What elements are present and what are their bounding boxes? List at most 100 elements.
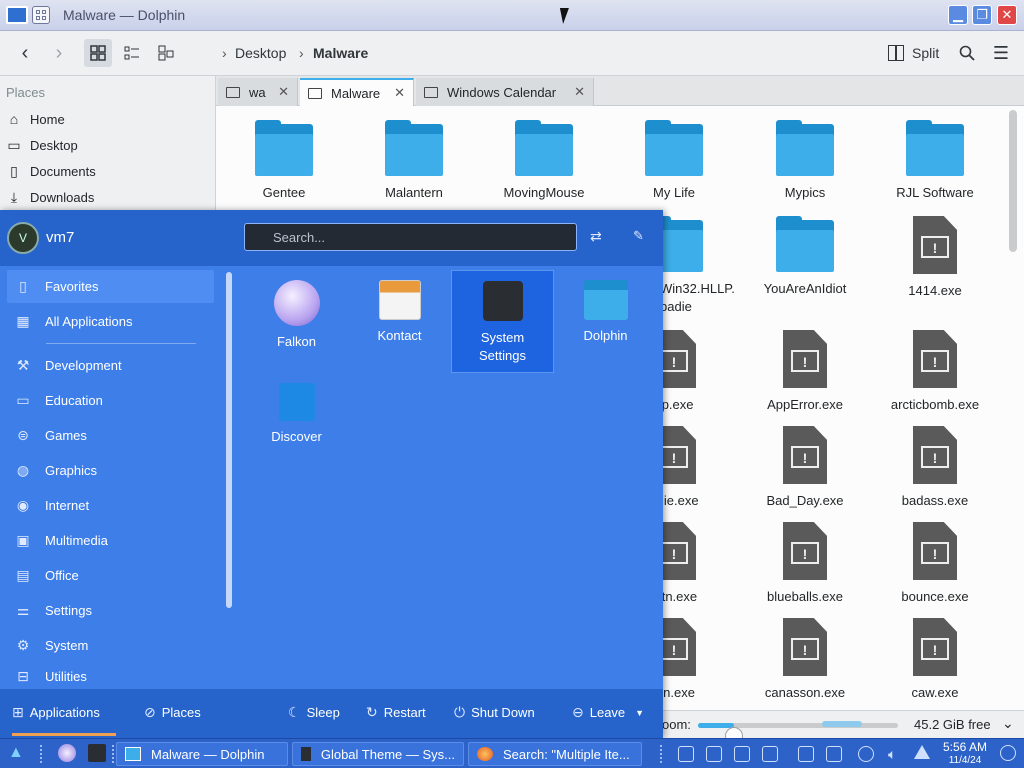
folder-item[interactable]: MovingMouse xyxy=(484,120,604,202)
shutdown-button[interactable]: ⏻ Shut Down xyxy=(454,704,535,721)
forward-icon[interactable]: › xyxy=(46,39,72,67)
split-button[interactable]: Split xyxy=(888,39,944,67)
window-titlebar[interactable]: Malware — Dolphin ▁ ❐ ✕ xyxy=(0,0,1024,31)
close-tab-icon[interactable]: ✕ xyxy=(394,85,405,101)
window-menu-icon[interactable] xyxy=(32,6,50,24)
dolphin-app-icon[interactable] xyxy=(6,6,28,24)
tab-wa[interactable]: wa ✕ xyxy=(218,78,298,106)
tray-update-icon[interactable] xyxy=(858,746,874,762)
app-discover[interactable]: Discover xyxy=(245,373,348,476)
tab-places[interactable]: ⊘ Places xyxy=(144,704,201,721)
show-desktop-icon[interactable] xyxy=(1000,745,1016,761)
kontact-icon xyxy=(378,280,421,320)
folder-item[interactable]: Gentee xyxy=(224,120,344,202)
folder-item[interactable]: Mypics xyxy=(745,120,865,202)
tray-device-icon[interactable] xyxy=(762,746,778,762)
category-education[interactable]: ▭ Education xyxy=(7,384,214,417)
task-dolphin[interactable]: Malware — Dolphin xyxy=(116,742,288,766)
tray-battery-icon[interactable] xyxy=(826,746,842,762)
category-development[interactable]: ⚒ Development xyxy=(7,349,214,382)
category-graphics[interactable]: ◍ Graphics xyxy=(7,454,214,487)
place-home[interactable]: ⌂ Home xyxy=(6,107,65,131)
minimize-button[interactable]: ▁ xyxy=(948,5,968,25)
close-tab-icon[interactable]: ✕ xyxy=(278,84,289,100)
app-kontact[interactable]: Kontact xyxy=(348,270,451,373)
category-utilities[interactable]: ⊟ Utilities xyxy=(7,664,214,688)
tray-keyboard-icon[interactable] xyxy=(798,746,814,762)
terminal-icon[interactable] xyxy=(88,744,106,762)
search-input[interactable]: Search... xyxy=(244,223,577,251)
app-label: Falkon xyxy=(276,334,317,349)
zoom-slider[interactable] xyxy=(698,723,898,745)
falkon-icon[interactable] xyxy=(58,744,76,762)
folder-item[interactable]: My Life xyxy=(614,120,734,202)
details-view-button[interactable] xyxy=(152,39,180,67)
exe-item[interactable]: ! AppError.exe xyxy=(745,330,865,414)
exe-item[interactable]: ! arcticbomb.exe xyxy=(875,330,995,414)
exe-item[interactable]: ! caw.exe xyxy=(875,618,995,702)
category-games[interactable]: ⊜ Games xyxy=(7,419,214,452)
avatar[interactable]: V xyxy=(7,222,39,254)
breadcrumb-desktop[interactable]: Desktop xyxy=(235,45,286,61)
icons-view-button[interactable] xyxy=(84,39,112,67)
hammer-icon: ⚒ xyxy=(16,357,30,373)
tray-expand-icon[interactable] xyxy=(914,745,930,759)
configure-icon[interactable]: ⇄ xyxy=(590,228,610,246)
tab-bar: wa ✕ Malware ✕ Windows Calendar ✕ xyxy=(216,76,1024,106)
task-firefox-search[interactable]: Search: "Multiple Ite... xyxy=(468,742,642,766)
category-office[interactable]: ▤ Office xyxy=(7,559,214,592)
breadcrumb-malware[interactable]: Malware xyxy=(313,45,368,61)
place-downloads[interactable]: ⤓ Downloads xyxy=(6,185,94,209)
tab-malware[interactable]: Malware ✕ xyxy=(300,78,414,106)
exe-item[interactable]: ! 1414.exe xyxy=(875,216,995,300)
app-dolphin[interactable]: Dolphin xyxy=(554,270,657,373)
category-system[interactable]: ⚙ System xyxy=(7,629,214,662)
close-tab-icon[interactable]: ✕ xyxy=(574,84,585,100)
tray-settings-icon[interactable] xyxy=(678,746,694,762)
tab-applications[interactable]: ⊞ Applications xyxy=(12,704,100,721)
chevron-down-icon[interactable]: ⌄ xyxy=(1002,715,1014,732)
volume-icon[interactable]: 🔈︎ xyxy=(888,746,904,762)
exe-item[interactable]: ! canasson.exe xyxy=(745,618,865,702)
app-falkon[interactable]: Falkon xyxy=(245,270,348,373)
hamburger-menu-icon[interactable]: ☰ xyxy=(990,39,1012,67)
category-scrollbar[interactable] xyxy=(226,272,232,608)
leave-button[interactable]: ⊖ Leave ▼ xyxy=(572,704,644,721)
exe-item[interactable]: ! blueballs.exe xyxy=(745,522,865,606)
category-settings[interactable]: ⚌ Settings xyxy=(7,594,214,627)
category-label: Graphics xyxy=(45,463,98,478)
app-system-settings[interactable]: System Settings xyxy=(451,270,554,373)
exe-item[interactable]: ! Bad_Day.exe xyxy=(745,426,865,510)
file-view-scrollbar[interactable] xyxy=(1009,110,1017,252)
back-icon[interactable]: ‹ xyxy=(12,39,38,67)
task-global-theme[interactable]: Global Theme — Sys... xyxy=(292,742,464,766)
category-internet[interactable]: ◉ Internet xyxy=(7,489,214,522)
folder-item[interactable]: Malantern xyxy=(354,120,474,202)
place-desktop[interactable]: ▭ Desktop xyxy=(6,133,77,157)
folder-item[interactable]: RJL Software xyxy=(875,120,995,202)
search-placeholder: Search... xyxy=(273,230,326,245)
tab-windows-calendar[interactable]: Windows Calendar ✕ xyxy=(416,78,594,106)
footer-label: Restart xyxy=(383,705,426,720)
tray-clipboard-icon[interactable] xyxy=(734,746,750,762)
restart-button[interactable]: ↻ Restart xyxy=(366,704,426,721)
folder-item[interactable]: YouAreAnIdiot xyxy=(745,216,865,298)
category-multimedia[interactable]: ▣ Multimedia xyxy=(7,524,214,557)
sleep-button[interactable]: ☾ Sleep xyxy=(288,704,340,721)
close-button[interactable]: ✕ xyxy=(997,5,1017,25)
app-label: System Settings xyxy=(479,330,526,363)
pin-icon[interactable]: ✎ xyxy=(633,228,651,246)
file-label: Malantern xyxy=(385,185,443,200)
place-documents[interactable]: ▯ Documents xyxy=(6,159,96,183)
category-favorites[interactable]: ▯ Favorites xyxy=(7,270,214,303)
maximize-button[interactable]: ❐ xyxy=(972,5,992,25)
search-icon[interactable] xyxy=(956,39,978,67)
zoom-label: oom: xyxy=(662,717,691,732)
tray-screenshot-icon[interactable] xyxy=(706,746,722,762)
compact-view-button[interactable] xyxy=(118,39,146,67)
category-all-applications[interactable]: ▦ All Applications xyxy=(7,305,214,338)
launcher-icon[interactable]: ▲ xyxy=(8,744,26,762)
exe-item[interactable]: ! badass.exe xyxy=(875,426,995,510)
exe-item[interactable]: ! bounce.exe xyxy=(875,522,995,606)
clock[interactable]: 5:56 AM 11/4/24 xyxy=(940,741,990,767)
